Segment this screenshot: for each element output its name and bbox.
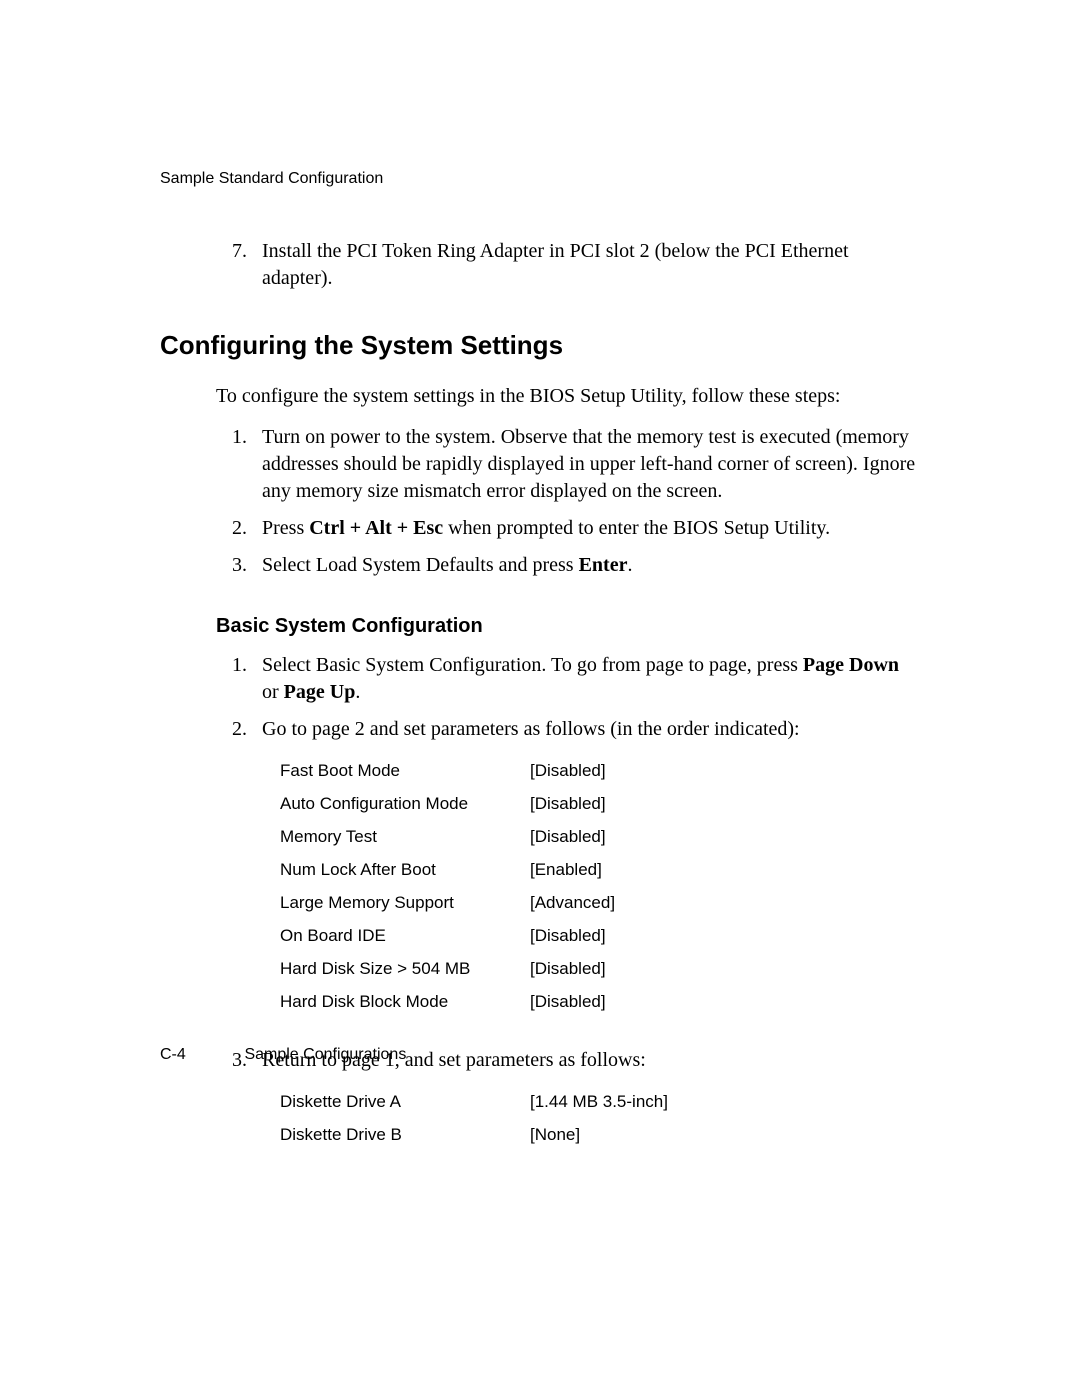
param-value: [None] — [530, 1119, 668, 1152]
param-value: [Advanced] — [530, 887, 615, 920]
param-label: Num Lock After Boot — [280, 854, 530, 887]
text: Go to page 2 and set parameters as follo… — [262, 718, 800, 740]
list-item: Turn on power to the system. Observe tha… — [252, 424, 920, 505]
text: when prompted to enter the BIOS Setup Ut… — [443, 517, 830, 539]
table-row: Auto Configuration Mode[Disabled] — [280, 788, 615, 821]
table-row: Num Lock After Boot[Enabled] — [280, 854, 615, 887]
param-label: Hard Disk Block Mode — [280, 986, 530, 1019]
param-label: On Board IDE — [280, 920, 530, 953]
page-footer: C-4 Sample Configurations — [160, 1046, 406, 1064]
table-row: Hard Disk Block Mode[Disabled] — [280, 986, 615, 1019]
page-number: C-4 — [160, 1046, 240, 1064]
table-row: Diskette Drive B[None] — [280, 1119, 668, 1152]
steps-list: Turn on power to the system. Observe tha… — [216, 424, 920, 579]
text: or — [262, 681, 284, 703]
param-value: [Disabled] — [530, 788, 615, 821]
param-label: Auto Configuration Mode — [280, 788, 530, 821]
param-value: [Disabled] — [530, 920, 615, 953]
param-value: [1.44 MB 3.5-inch] — [530, 1086, 668, 1119]
text: Select Load System Defaults and press — [262, 554, 579, 576]
list-item: Select Load System Defaults and press En… — [252, 552, 920, 579]
intro-paragraph: To configure the system settings in the … — [216, 383, 920, 410]
param-value: [Disabled] — [530, 953, 615, 986]
list-item: Select Basic System Configuration. To go… — [252, 652, 920, 706]
key-name: Enter — [579, 554, 628, 576]
param-value: [Disabled] — [530, 986, 615, 1019]
param-label: Hard Disk Size > 504 MB — [280, 953, 530, 986]
running-head: Sample Standard Configuration — [160, 170, 920, 188]
text: Select Basic System Configuration. To go… — [262, 654, 803, 676]
text: Press — [262, 517, 309, 539]
param-label: Memory Test — [280, 821, 530, 854]
table-row: Memory Test[Disabled] — [280, 821, 615, 854]
bsc-list: Select Basic System Configuration. To go… — [216, 652, 920, 1151]
params-table-page1: Diskette Drive A[1.44 MB 3.5-inch]Disket… — [280, 1086, 668, 1152]
page: Sample Standard Configuration Install th… — [0, 0, 1080, 1397]
table-row: Large Memory Support[Advanced] — [280, 887, 615, 920]
list-item: Install the PCI Token Ring Adapter in PC… — [252, 238, 920, 292]
params-table-page2: Fast Boot Mode[Disabled]Auto Configurati… — [280, 755, 615, 1019]
list-item: Go to page 2 and set parameters as follo… — [252, 716, 920, 1019]
continued-list: Install the PCI Token Ring Adapter in PC… — [216, 238, 920, 292]
footer-section: Sample Configurations — [244, 1046, 406, 1063]
key-combo: Ctrl + Alt + Esc — [309, 517, 443, 539]
table-row: Fast Boot Mode[Disabled] — [280, 755, 615, 788]
key-name: Page Up — [284, 681, 356, 703]
heading-configuring: Configuring the System Settings — [160, 328, 920, 363]
param-label: Large Memory Support — [280, 887, 530, 920]
param-value: [Disabled] — [530, 821, 615, 854]
list-item: Press Ctrl + Alt + Esc when prompted to … — [252, 515, 920, 542]
key-name: Page Down — [803, 654, 899, 676]
table-row: On Board IDE[Disabled] — [280, 920, 615, 953]
heading-basic-system-config: Basic System Configuration — [216, 613, 920, 640]
param-value: [Disabled] — [530, 755, 615, 788]
param-label: Diskette Drive A — [280, 1086, 530, 1119]
param-label: Fast Boot Mode — [280, 755, 530, 788]
table-row: Hard Disk Size > 504 MB[Disabled] — [280, 953, 615, 986]
text: . — [355, 681, 360, 703]
text: . — [627, 554, 632, 576]
table-row: Diskette Drive A[1.44 MB 3.5-inch] — [280, 1086, 668, 1119]
param-label: Diskette Drive B — [280, 1119, 530, 1152]
param-value: [Enabled] — [530, 854, 615, 887]
body-content: Install the PCI Token Ring Adapter in PC… — [160, 238, 920, 1151]
